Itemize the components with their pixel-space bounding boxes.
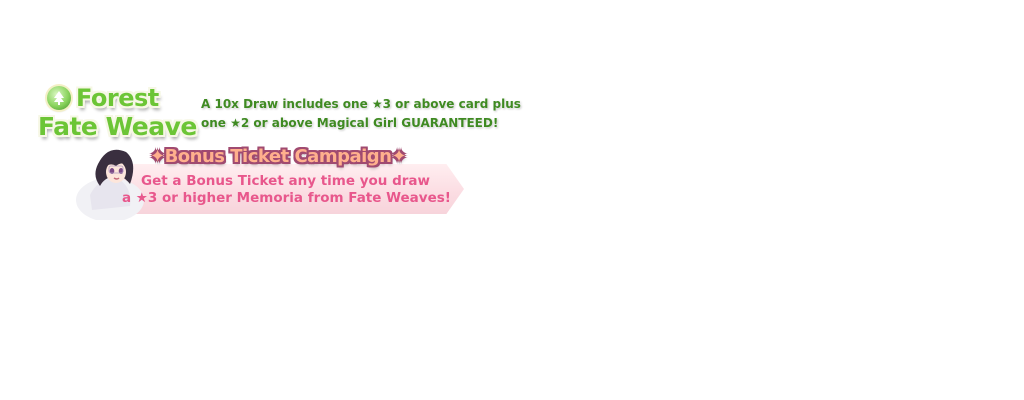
campaign-title: ✦Bonus Ticket Campaign✦ xyxy=(150,146,407,167)
fate-weave-banner[interactable]: Forest Fate Weave A 10x Draw includes on… xyxy=(0,0,1024,400)
banner-description: A 10x Draw includes one ★3 or above card… xyxy=(201,95,521,133)
campaign-line1: Get a Bonus Ticket any time you draw xyxy=(141,173,430,189)
campaign-line2: a ★3 or higher Memoria from Fate Weaves! xyxy=(122,190,451,206)
banner-title-line2: Fate Weave xyxy=(38,112,197,141)
description-line2: one ★2 or above Magical Girl GUARANTEED! xyxy=(201,116,499,130)
banner-title-line1: Forest xyxy=(76,84,159,112)
description-line1: A 10x Draw includes one ★3 or above card… xyxy=(201,97,521,111)
campaign-description: Get a Bonus Ticket any time you draw a ★… xyxy=(122,173,451,207)
forest-attribute-icon xyxy=(47,86,71,110)
